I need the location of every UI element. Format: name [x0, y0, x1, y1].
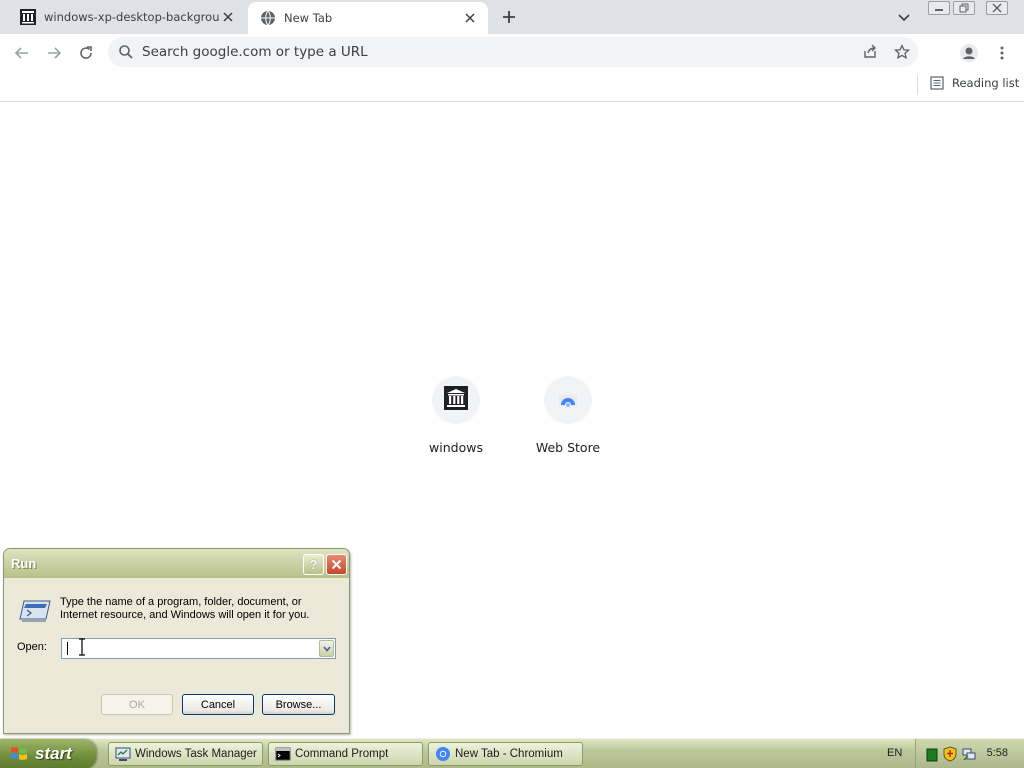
ok-button[interactable]: OK: [101, 694, 173, 715]
text-caret: [67, 642, 68, 655]
cancel-button[interactable]: Cancel: [182, 694, 254, 715]
forward-arrow-icon[interactable]: [42, 41, 66, 65]
run-titlebar[interactable]: Run ?: [4, 549, 349, 578]
window-close-icon[interactable]: [986, 1, 1008, 15]
restore-icon[interactable]: [953, 1, 975, 15]
chevron-down-icon[interactable]: [896, 9, 912, 25]
taskbar-item-chromium[interactable]: New Tab - Chromium: [428, 742, 583, 766]
run-program-icon: [18, 599, 52, 623]
network-icon[interactable]: [961, 746, 977, 766]
open-input[interactable]: [61, 638, 336, 659]
minimize-icon[interactable]: [928, 1, 950, 15]
close-icon[interactable]: [220, 9, 236, 25]
globe-icon: [260, 10, 276, 26]
museum-icon: [20, 9, 36, 25]
omnibox[interactable]: Search google.com or type a URL: [108, 37, 918, 67]
cmd-icon: [275, 746, 291, 762]
taskbar-item-command-prompt[interactable]: Command Prompt: [268, 742, 423, 766]
close-icon[interactable]: [462, 10, 478, 26]
language-indicator[interactable]: EN: [887, 747, 902, 759]
help-button[interactable]: ?: [303, 554, 324, 575]
ibeam-cursor-icon: [78, 638, 86, 660]
museum-icon: [444, 386, 468, 414]
profile-avatar-icon[interactable]: [957, 41, 981, 65]
open-label: Open:: [17, 641, 47, 653]
reading-list-icon: [930, 76, 944, 90]
tab-strip: windows-xp-desktop-background-w New Tab: [0, 0, 1024, 34]
chromium-icon: [435, 746, 451, 762]
shortcut-icon-circle: [432, 376, 480, 424]
security-shield-icon[interactable]: [943, 746, 957, 766]
reading-list-label: Reading list: [952, 76, 1020, 90]
bookmarks-bar: Reading list: [0, 71, 1024, 102]
browser-toolbar: Search google.com or type a URL: [0, 34, 1024, 71]
start-label: start: [35, 744, 72, 763]
system-tray: 5:58: [915, 739, 1024, 768]
shortcut-label: windows: [429, 440, 483, 455]
reading-list-button[interactable]: Reading list: [930, 76, 1019, 90]
taskbar-item-label: Windows Task Manager: [135, 748, 257, 760]
bookmark-star-icon[interactable]: [893, 43, 911, 60]
shortcut-web-store[interactable]: Web Store: [512, 376, 624, 466]
bookmarks-separator: [917, 75, 918, 95]
search-icon: [118, 44, 134, 60]
tab-title: New Tab: [284, 11, 333, 25]
windows-flag-icon: [9, 744, 29, 764]
run-title: Run: [11, 556, 37, 571]
taskbar-item-label: Command Prompt: [295, 748, 389, 760]
clock[interactable]: 5:58: [987, 747, 1008, 759]
back-arrow-icon[interactable]: [10, 41, 34, 65]
shortcut-label: Web Store: [535, 440, 601, 455]
kebab-menu-icon[interactable]: [990, 41, 1014, 65]
shortcut-icon-circle: [544, 376, 592, 424]
run-dialog: Run ? Type the name of a program, folder…: [3, 548, 350, 734]
tab-title: windows-xp-desktop-background-w: [44, 10, 220, 24]
shortcut-windows[interactable]: windows: [400, 376, 512, 466]
run-description: Type the name of a program, folder, docu…: [60, 596, 310, 621]
new-tab-plus-icon[interactable]: [499, 7, 519, 27]
share-icon[interactable]: [862, 44, 878, 60]
omnibox-placeholder: Search google.com or type a URL: [142, 44, 368, 60]
tray-task-manager-icon[interactable]: [926, 747, 938, 766]
web-store-icon: [556, 386, 580, 414]
start-button[interactable]: start: [0, 739, 96, 768]
browse-button[interactable]: Browse...: [262, 694, 335, 715]
reload-icon[interactable]: [74, 41, 98, 65]
chevron-down-icon[interactable]: [319, 640, 334, 657]
taskbar-item-label: New Tab - Chromium: [455, 748, 563, 760]
taskbar: start Windows Task Manager Command Promp…: [0, 738, 1024, 768]
tab-new-tab[interactable]: New Tab: [248, 2, 488, 34]
task-manager-icon: [115, 746, 131, 762]
close-icon[interactable]: [326, 554, 347, 575]
tab-windows-xp[interactable]: windows-xp-desktop-background-w: [8, 0, 246, 34]
taskbar-item-task-manager[interactable]: Windows Task Manager: [108, 742, 263, 766]
